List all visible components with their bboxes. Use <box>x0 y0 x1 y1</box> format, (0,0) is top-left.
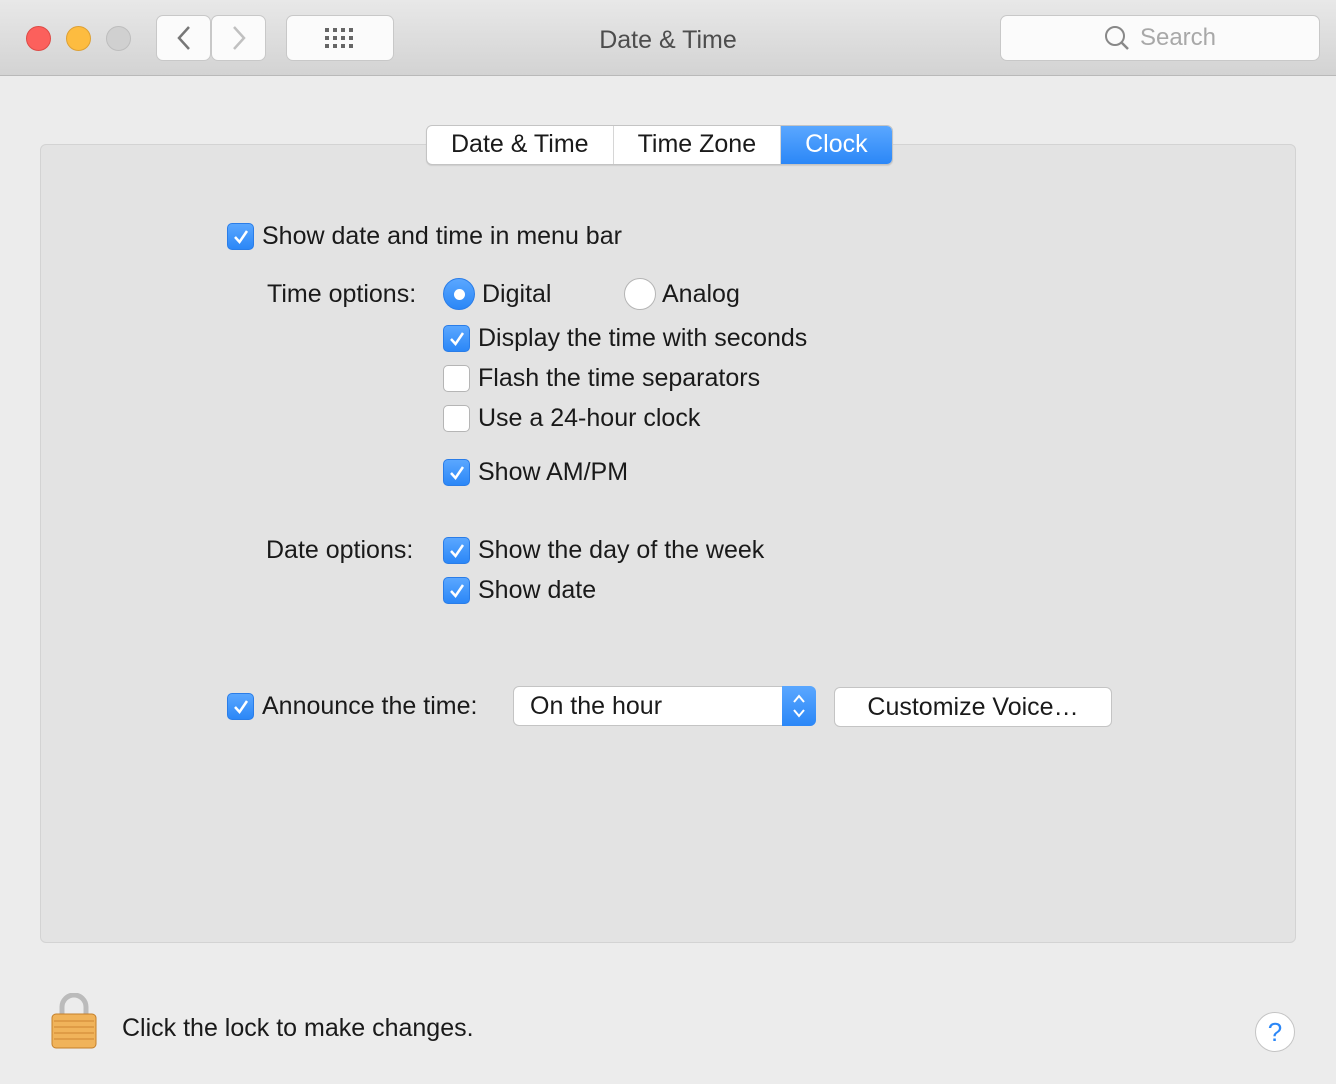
seconds-checkbox[interactable] <box>443 325 470 352</box>
customize-voice-button[interactable]: Customize Voice… <box>834 687 1112 727</box>
checkmark-icon <box>233 699 248 714</box>
checkmark-icon <box>449 583 464 598</box>
date-options-label: Date options: <box>266 536 414 564</box>
digital-radio[interactable] <box>443 278 475 310</box>
day-of-week-checkbox[interactable] <box>443 537 470 564</box>
checkmark-icon <box>233 229 248 244</box>
analog-radio[interactable] <box>624 278 656 310</box>
checkmark-icon <box>449 465 464 480</box>
tab-time-zone[interactable]: Time Zone <box>614 126 782 164</box>
ampm-checkbox[interactable] <box>443 459 470 486</box>
announce-interval-select[interactable]: On the hour <box>513 686 816 726</box>
tab-bar: Date & Time Time Zone Clock <box>426 125 893 165</box>
seconds-label: Display the time with seconds <box>478 324 808 352</box>
lock-message: Click the lock to make changes. <box>122 1014 474 1042</box>
announce-checkbox[interactable] <box>227 693 254 720</box>
flash-separators-checkbox[interactable] <box>443 365 470 392</box>
help-button[interactable]: ? <box>1255 1012 1295 1052</box>
ampm-label: Show AM/PM <box>478 458 629 486</box>
day-of-week-label: Show the day of the week <box>478 536 765 564</box>
tab-date-time[interactable]: Date & Time <box>427 126 614 164</box>
search-placeholder: Search <box>1139 24 1217 51</box>
flash-separators-label: Flash the time separators <box>478 364 761 392</box>
updown-chevron-icon <box>782 686 816 726</box>
announce-label: Announce the time: <box>262 692 478 720</box>
search-input[interactable]: Search <box>1000 15 1320 61</box>
show-date-label: Show date <box>478 576 597 604</box>
checkmark-icon <box>449 331 464 346</box>
announce-interval-value: On the hour <box>530 692 663 720</box>
digital-label: Digital <box>482 280 552 308</box>
analog-label: Analog <box>662 280 740 308</box>
tab-clock[interactable]: Clock <box>781 126 892 164</box>
search-icon <box>1104 26 1129 50</box>
show-in-menu-bar-checkbox[interactable] <box>227 223 254 250</box>
checkmark-icon <box>449 543 464 558</box>
24-hour-checkbox[interactable] <box>443 405 470 432</box>
24-hour-label: Use a 24-hour clock <box>478 404 701 432</box>
time-options-label: Time options: <box>267 280 417 308</box>
show-date-checkbox[interactable] <box>443 577 470 604</box>
lock-icon[interactable] <box>50 992 98 1054</box>
show-in-menu-bar-label: Show date and time in menu bar <box>262 222 622 250</box>
